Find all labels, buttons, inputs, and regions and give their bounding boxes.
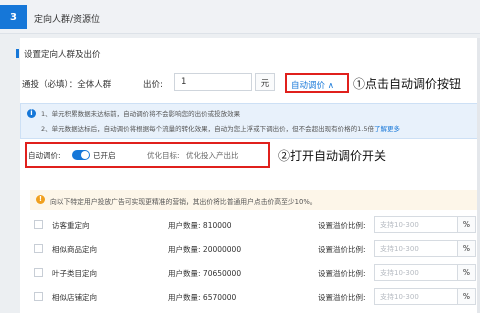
target-audience-label: 通投（必填）：全体人群	[22, 80, 112, 90]
info-icon: i	[27, 109, 36, 118]
user-count-label: 用户数量:	[168, 293, 201, 302]
premium-label: 设置溢价比例:	[318, 245, 366, 254]
row-checkbox[interactable]	[34, 220, 43, 229]
step-number-badge: 3	[0, 5, 27, 29]
user-count-value: 810000	[202, 221, 232, 230]
premium-input[interactable]: 支持10-300	[374, 240, 458, 257]
row-name: 相似店铺定向	[52, 293, 97, 302]
premium-label: 设置溢价比例:	[318, 269, 366, 278]
table-row: 叶子类目定向 用户数量: 70650000 设置溢价比例: 支持10-300 %	[30, 262, 480, 284]
premium-input[interactable]: 支持10-300	[374, 288, 458, 305]
bid-unit: 元	[255, 73, 275, 91]
annotation-step-1: ①点击自动调价按钮	[353, 77, 462, 91]
user-count-label: 用户数量:	[168, 269, 201, 278]
user-count-value: 20000000	[202, 245, 242, 254]
section-title-bar	[16, 49, 19, 58]
table-row: 相似店铺定向 用户数量: 6570000 设置溢价比例: 支持10-300 %	[30, 286, 480, 308]
warning-banner: ! 向以下特定用户投放广告可实现更精准的营销，其出价将比普通用户点击价高至少10…	[30, 190, 480, 210]
auto-adjust-label: 自动调价:	[28, 151, 61, 160]
optimization-goal-label: 优化目标:	[147, 151, 180, 160]
auto-adjust-status: 已开启	[93, 151, 116, 160]
toggle-knob	[81, 151, 89, 159]
premium-input[interactable]: 支持10-300	[374, 216, 458, 233]
premium-input[interactable]: 支持10-300	[374, 264, 458, 281]
info-line-1: 1、单元积累数据未达标前，自动调价将不会影响您的出价或投放效果	[41, 110, 241, 118]
percent-suffix: %	[458, 240, 476, 257]
user-count-label: 用户数量:	[168, 221, 201, 230]
row-user-count: 用户数量: 6570000	[168, 292, 236, 303]
user-count-value: 6570000	[202, 293, 237, 302]
row-checkbox[interactable]	[34, 244, 43, 253]
bid-input[interactable]: 1	[174, 73, 252, 91]
row-name: 访客重定向	[52, 221, 90, 230]
warning-icon: !	[36, 195, 45, 204]
row-name: 相似商品定向	[52, 245, 97, 254]
bid-label: 出价:	[143, 80, 163, 90]
percent-suffix: %	[458, 288, 476, 305]
table-row: 相似商品定向 用户数量: 20000000 设置溢价比例: 支持10-300 %	[30, 238, 480, 260]
row-name: 叶子类目定向	[52, 269, 97, 278]
page-header: 3 定向人群/资源位	[0, 0, 480, 34]
table-row: 访客重定向 用户数量: 810000 设置溢价比例: 支持10-300 %	[30, 214, 480, 236]
targeting-panel: 设置定向人群及出价 通投（必填）：全体人群 出价: 1 元 自动调价 ∧ ①点击…	[16, 38, 480, 313]
row-checkbox[interactable]	[34, 268, 43, 277]
optimization-goal-value: 优化投入产出比	[186, 151, 239, 160]
learn-more-link[interactable]: 了解更多	[374, 125, 400, 133]
premium-label: 设置溢价比例:	[318, 293, 366, 302]
premium-label: 设置溢价比例:	[318, 221, 366, 230]
section-title: 设置定向人群及出价	[24, 50, 101, 60]
auto-adjust-toggle[interactable]	[72, 150, 90, 160]
user-count-label: 用户数量:	[168, 245, 201, 254]
row-checkbox[interactable]	[34, 292, 43, 301]
warning-text: 向以下特定用户投放广告可实现更精准的营销，其出价将比普通用户点击价高至少10%。	[50, 198, 317, 206]
percent-suffix: %	[458, 264, 476, 281]
annotation-step-2: ②打开自动调价开关	[278, 149, 387, 163]
info-box: i 1、单元积累数据未达标前，自动调价将不会影响您的出价或投放效果 2、单元数据…	[20, 103, 480, 139]
info-line-2: 2、单元数据达标后，自动调价将根据每个流量的转化效果，自动为您上浮或下调出价，但…	[41, 123, 400, 133]
row-user-count: 用户数量: 810000	[168, 220, 232, 231]
page-title: 定向人群/资源位	[34, 15, 101, 25]
user-count-value: 70650000	[202, 269, 242, 278]
percent-suffix: %	[458, 216, 476, 233]
auto-adjust-link[interactable]: 自动调价 ∧	[291, 79, 334, 91]
row-user-count: 用户数量: 20000000	[168, 244, 241, 255]
info-line-2-text: 2、单元数据达标后，自动调价将根据每个流量的转化效果，自动为您上浮或下调出价，但…	[41, 125, 374, 133]
row-user-count: 用户数量: 70650000	[168, 268, 241, 279]
